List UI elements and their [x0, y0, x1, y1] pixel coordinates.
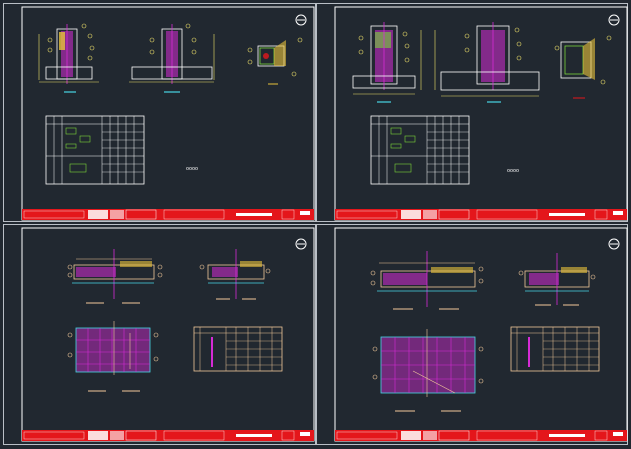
drawing-sheet-3 — [21, 227, 315, 442]
beam-section-1 — [370, 251, 484, 310]
title-block — [22, 430, 314, 441]
sheet-frame — [334, 227, 628, 442]
beam-section-1 — [67, 249, 163, 304]
viewport-top-left[interactable]: oooo — [3, 3, 316, 222]
viewport-bottom-left[interactable] — [3, 224, 316, 445]
sheet-frame — [21, 227, 315, 442]
circle-minus-icon — [295, 14, 307, 26]
rebar-schedule-table — [370, 115, 470, 185]
column-section-1 — [352, 22, 422, 103]
circle-minus-icon — [608, 14, 620, 26]
title-block — [22, 209, 314, 220]
rebar-schedule-table — [510, 326, 600, 372]
column-section-2 — [129, 23, 215, 93]
slab-plan — [372, 329, 484, 412]
viewport-bottom-right[interactable] — [316, 224, 628, 445]
title-block — [335, 430, 627, 441]
corner-detail — [554, 35, 612, 99]
viewport-top-right[interactable]: oooo — [316, 3, 628, 222]
circle-minus-icon — [295, 238, 307, 250]
column-section-2 — [434, 22, 540, 103]
column-section-1 — [38, 23, 99, 93]
table-marker-text: oooo — [507, 168, 519, 174]
slab-plan — [67, 321, 159, 392]
corner-detail — [247, 37, 303, 85]
drawing-sheet-2: oooo — [334, 6, 628, 221]
drawing-sheet-1: oooo — [21, 6, 315, 221]
drawing-sheet-4 — [334, 227, 628, 442]
beam-section-2 — [518, 253, 596, 306]
table-marker-text: oooo — [186, 166, 198, 172]
title-block — [335, 209, 627, 220]
rebar-schedule-table — [193, 326, 283, 372]
beam-section-2 — [199, 249, 271, 300]
rebar-schedule-table — [45, 115, 145, 185]
circle-minus-icon — [608, 238, 620, 250]
